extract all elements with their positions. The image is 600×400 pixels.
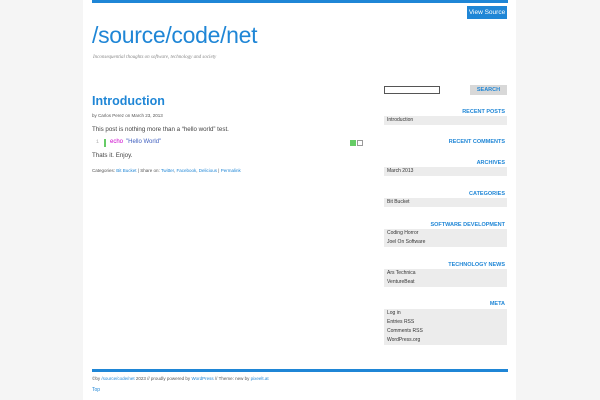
search-button[interactable]: SEARCH xyxy=(470,85,507,95)
post-title[interactable]: Introduction xyxy=(92,94,165,108)
blogroll-link[interactable]: Coding Horror xyxy=(384,229,507,238)
view-source-code-icon[interactable] xyxy=(357,140,363,146)
widget-title-recent-posts: RECENT POSTS xyxy=(462,109,505,115)
footer-site-link[interactable]: /source/code/net xyxy=(101,376,134,381)
widget-title-categories: CATEGORIES xyxy=(469,191,505,197)
footer-wordpress-link[interactable]: WordPress xyxy=(191,376,213,381)
search-input[interactable] xyxy=(384,86,440,94)
post-paragraph: Thats it. Enjoy. xyxy=(92,152,133,159)
share-facebook-link[interactable]: Facebook xyxy=(176,168,196,173)
meta-link[interactable]: WordPress.org xyxy=(384,336,507,345)
share-twitter-link[interactable]: Twitter xyxy=(161,168,174,173)
meta-link[interactable]: Entries RSS xyxy=(384,318,507,327)
widget-title-archives: ARCHIVES xyxy=(476,160,505,166)
code-string: "Hello World" xyxy=(126,139,162,145)
post-footer: Categories: Bit Bucket | Share on: Twitt… xyxy=(92,168,241,173)
share-delicious-link[interactable]: Delicious xyxy=(199,168,217,173)
site-title[interactable]: /source/code/net xyxy=(92,22,258,49)
footer-theme-label: // Theme: new by xyxy=(214,376,250,381)
news-link[interactable]: VentureBeat xyxy=(384,278,507,287)
blogroll-link[interactable]: Joel On Software xyxy=(384,238,507,247)
code-block: 1 echo "Hello World" xyxy=(92,138,364,149)
news-link[interactable]: Ars Technica xyxy=(384,269,507,278)
recent-post-link[interactable]: Introduction xyxy=(384,116,507,125)
code-gutter-bar xyxy=(104,139,106,147)
archive-link[interactable]: March 2013 xyxy=(384,167,507,176)
meta-link[interactable]: Log in xyxy=(384,309,507,318)
copy-code-icon[interactable] xyxy=(350,140,356,146)
code-line-number: 1 xyxy=(96,139,100,145)
site-footer: ©by /source/code/net 2023 // proudly pow… xyxy=(92,376,269,381)
footer-prefix: ©by xyxy=(92,376,101,381)
footer-middle: 2023 // proudly powered by xyxy=(135,376,191,381)
widget-title-meta: META xyxy=(489,301,505,307)
category-link[interactable]: Bit Bucket xyxy=(116,168,136,173)
post-meta: by Carlos Perez on March 23, 2013 xyxy=(92,113,163,118)
bottom-accent-bar xyxy=(92,369,508,372)
widget-title-software-development: SOFTWARE DEVELOPMENT xyxy=(430,222,505,228)
back-to-top-link[interactable]: Top xyxy=(92,387,100,393)
category-link[interactable]: Bit Bucket xyxy=(384,198,507,207)
footer-author-link[interactable]: pixeelt.at xyxy=(251,376,269,381)
widget-title-recent-comments: RECENT COMMENTS xyxy=(448,139,505,145)
meta-link[interactable]: Comments RSS xyxy=(384,327,507,336)
post-paragraph: This post is nothing more than a “hello … xyxy=(92,126,229,133)
view-source-button[interactable]: View Source xyxy=(467,6,507,19)
categories-label: Categories: xyxy=(92,168,116,173)
permalink-link[interactable]: Permalink xyxy=(221,168,241,173)
share-label: | Share on: xyxy=(137,168,160,173)
code-keyword: echo xyxy=(110,139,124,145)
widget-title-technology-news: TECHNOLOGY NEWS xyxy=(448,262,505,268)
top-accent-bar xyxy=(92,0,508,3)
site-tagline: Inconsequential thoughts on software, te… xyxy=(93,55,217,60)
separator: | xyxy=(218,168,220,173)
